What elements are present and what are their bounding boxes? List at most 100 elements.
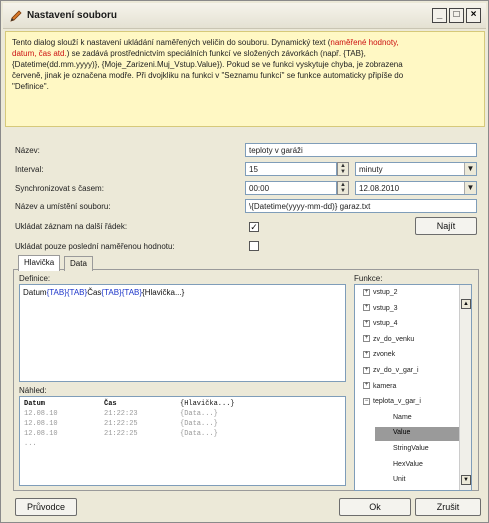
window-title: Nastavení souboru [27,10,118,21]
info-text-3: {Datetime(dd.mm.yyyy)}, {Moje_Zarizeni.M… [12,60,403,69]
preview-header-time: Čas [104,400,117,408]
function-item-label: Value [393,429,411,437]
functions-tree[interactable]: + vstup_2 + vstup_3 + vstup_4 + zv_do_venku + zvo… [354,284,472,491]
function-item[interactable]: Value [375,427,459,442]
function-item[interactable]: Unit [375,474,459,488]
interval-unit-select[interactable]: minuty ▼ [355,162,477,176]
function-item-label: kamera [373,382,397,390]
function-item[interactable]: HexValue [375,459,459,473]
preview-cell: 12.08.10 [24,430,58,438]
functions-scrollbar[interactable]: ▲ ▼ [459,285,471,490]
last-value-label: Ukládat pouze poslední naměřenou hodnotu… [15,242,175,251]
chevron-down-icon: ▼ [464,182,476,194]
function-item-label: vstup_3 [373,304,398,312]
function-item[interactable]: StringValue [375,443,459,457]
preview-cell: {Data...} [180,430,218,438]
collapse-icon[interactable]: − [363,397,370,405]
tab-panel: Hlavička Data Definice: Datum{TAB}{TAB}Č… [13,255,479,491]
scroll-down-arrow[interactable]: ▼ [461,475,471,485]
last-value-checkbox[interactable] [249,241,259,251]
preview-cell: {Data...} [180,420,218,428]
interval-label: Interval: [15,165,44,174]
interval-unit-value: minuty [359,165,383,174]
settings-form: Název: teploty v garáži Interval: 15 ▲ ▼ … [5,132,485,235]
sync-time-input[interactable]: 00:00 [245,181,337,195]
tab-header[interactable]: Hlavička [18,255,61,271]
definition-token-tab: {TAB}{TAB} [46,288,88,297]
tab-data[interactable]: Data [64,256,93,271]
info-text-red-2: datum, čas atd. [12,49,67,58]
cancel-button[interactable]: Zrušit [415,498,481,516]
settings-dialog: Nastavení souboru _ □ × Tento dialog slo… [0,0,489,523]
preview-cell: ... [24,440,37,448]
info-text-1: Tento dialog slouží k nastavení ukládání… [12,38,331,47]
expand-icon[interactable]: + [363,335,370,343]
newline-label: Ukládat záznam na další řádek: [15,222,128,231]
preview-cell: {Data...} [180,410,218,418]
expand-icon[interactable]: + [363,288,370,296]
wizard-button[interactable]: Průvodce [15,498,77,516]
function-item[interactable]: + vstup_3 [363,303,459,317]
scroll-up-arrow[interactable]: ▲ [461,299,471,309]
file-path-input[interactable]: \{Datetime(yyyy-mm-dd)} garaz.txt [245,199,477,213]
ok-button[interactable]: Ok [339,498,411,516]
function-item[interactable]: + zvonek [363,349,459,363]
preview-header-custom: {Hlavička...} [180,400,235,408]
sync-label: Synchronizovat s časem: [15,184,104,193]
name-label: Název: [15,146,40,155]
preview-label: Náhled: [19,386,47,395]
minimize-button[interactable]: _ [432,8,447,23]
function-item[interactable]: + zv_do_venku [363,334,459,348]
expand-icon[interactable]: + [363,382,370,390]
expand-icon[interactable]: + [363,351,370,359]
pencil-icon [10,10,22,22]
preview-row: 12.08.10 21:22:23 {Data...} [24,410,341,420]
info-text-red-1: naměřené hodnoty, [330,38,399,47]
function-item[interactable]: − teplota_v_gar_i [363,396,459,410]
preview-header-row: Datum Čas {Hlavička...} [24,400,341,410]
sync-time-spinner[interactable]: ▲ ▼ [337,181,349,195]
definition-token-header: {Hlavička...} [142,288,185,297]
interval-spinner[interactable]: ▲ ▼ [337,162,349,176]
functions-label: Funkce: [354,274,383,283]
function-item[interactable]: + vstup_2 [363,287,459,301]
preview-cell: 12.08.10 [24,410,58,418]
info-text-2: ) se zadává prostřednictvím speciálních … [66,49,366,58]
preview-header-date: Datum [24,400,46,408]
preview-row: ... [24,440,341,450]
maximize-button[interactable]: □ [449,8,464,23]
definition-token-date: Datum [23,288,47,297]
preview-row: 12.08.10 21:22:25 {Data...} [24,420,341,430]
interval-input[interactable]: 15 [245,162,337,176]
function-item-label: zvonek [373,351,396,359]
function-item-label: Unit [393,476,406,484]
title-bar: Nastavení souboru _ □ × [3,3,486,29]
expand-icon[interactable]: + [363,366,370,374]
definition-label: Definice: [19,274,51,283]
function-item[interactable]: + kamera [363,381,459,395]
preview-cell: 21:22:25 [104,420,138,428]
function-item-label: StringValue [393,445,429,452]
find-button[interactable]: Najít [415,217,477,235]
preview-box: Datum Čas {Hlavička...} 12.08.10 21:22:23 {D… [19,396,346,486]
function-item-label: zv_do_v_gar_i [373,367,419,374]
newline-checkbox[interactable]: ✓ [249,222,259,232]
info-text-4: červeně, jinak je označena modře. Při dv… [12,71,404,80]
expand-icon[interactable]: + [363,304,370,312]
expand-icon[interactable]: + [363,319,370,327]
file-path-label: Název a umístění souboru: [15,202,111,211]
chevron-down-icon: ▼ [464,163,476,175]
function-item[interactable]: + vstup_4 [363,318,459,332]
preview-cell: 21:22:25 [104,430,138,438]
function-item[interactable]: Name [375,412,459,426]
definition-editor[interactable]: Datum{TAB}{TAB}Čas{TAB}{TAB}{Hlavička...… [19,284,346,382]
function-item[interactable]: + zv_do_v_gar_i [363,365,459,379]
definition-token-tab-2: {TAB}{TAB} [101,288,143,297]
definition-token-time: Čas [87,288,102,297]
close-button[interactable]: × [466,8,481,23]
function-item-label: teplota_v_gar_i [373,398,421,406]
sync-date-picker[interactable]: 12.08.2010 ▼ [355,181,477,195]
function-item-label: vstup_2 [373,289,398,296]
function-item-label: zv_do_venku [373,335,415,343]
name-input[interactable]: teploty v garáži [245,143,477,157]
